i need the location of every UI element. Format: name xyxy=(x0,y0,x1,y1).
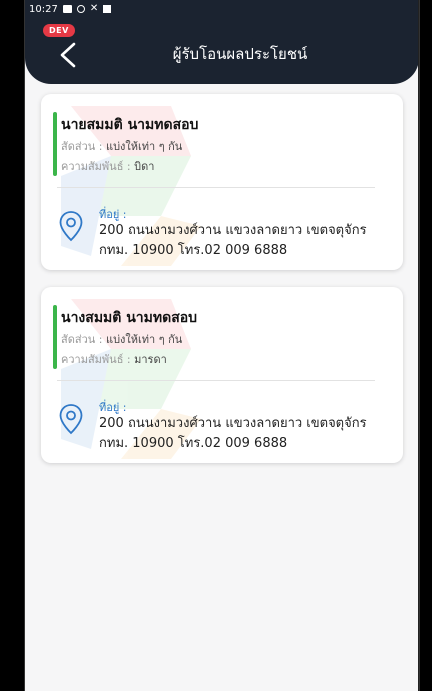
record-icon xyxy=(76,5,85,13)
card-divider xyxy=(57,380,375,381)
share-label: สัดส่วน : xyxy=(61,140,103,153)
phone-screen: 10:27 ✕ DEV ผู้รับโอนผลประโยชน์ นายสมมติ… xyxy=(24,0,420,691)
relation-row: ความสัมพันธ์ : บิดา xyxy=(61,157,154,175)
address-text: 200 ถนนงามวงศ์วาน แขวงลาดยาว เขตจตุจักร … xyxy=(99,223,367,258)
status-bar: 10:27 ✕ xyxy=(25,0,419,18)
beneficiary-card[interactable]: นายสมมติ นามทดสอบ สัดส่วน : แบ่งให้เท่า … xyxy=(41,94,403,270)
status-time: 10:27 xyxy=(29,3,58,15)
location-pin-icon xyxy=(59,404,83,435)
relation-value: บิดา xyxy=(134,160,155,173)
share-label: สัดส่วน : xyxy=(61,333,103,346)
relation-value: มารดา xyxy=(134,353,167,366)
page-title: ผู้รับโอนผลประโยชน์ xyxy=(172,45,308,63)
app-header: DEV ผู้รับโอนผลประโยชน์ xyxy=(25,18,419,84)
close-notification-icon: ✕ xyxy=(89,3,99,14)
card-divider xyxy=(57,187,375,188)
stop-icon xyxy=(103,5,112,13)
location-pin-icon xyxy=(59,211,83,242)
relation-row: ความสัมพันธ์ : มารดา xyxy=(61,350,167,368)
share-row: สัดส่วน : แบ่งให้เท่า ๆ กัน xyxy=(61,330,182,348)
card-accent-bar xyxy=(53,112,57,176)
relation-label: ความสัมพันธ์ : xyxy=(61,160,131,173)
message-icon xyxy=(62,5,72,13)
beneficiary-name: นายสมมติ นามทดสอบ xyxy=(61,117,199,133)
relation-label: ความสัมพันธ์ : xyxy=(61,353,131,366)
share-value: แบ่งให้เท่า ๆ กัน xyxy=(105,140,183,153)
beneficiary-card[interactable]: นางสมมติ นามทดสอบ สัดส่วน : แบ่งให้เท่า … xyxy=(41,287,403,463)
beneficiary-name: นางสมมติ นามทดสอบ xyxy=(61,310,198,326)
card-accent-bar xyxy=(53,305,57,369)
share-value: แบ่งให้เท่า ๆ กัน xyxy=(105,333,183,346)
share-row: สัดส่วน : แบ่งให้เท่า ๆ กัน xyxy=(61,137,182,155)
address-text: 200 ถนนงามวงศ์วาน แขวงลาดยาว เขตจตุจักร … xyxy=(99,416,367,451)
dev-badge: DEV xyxy=(43,24,75,37)
